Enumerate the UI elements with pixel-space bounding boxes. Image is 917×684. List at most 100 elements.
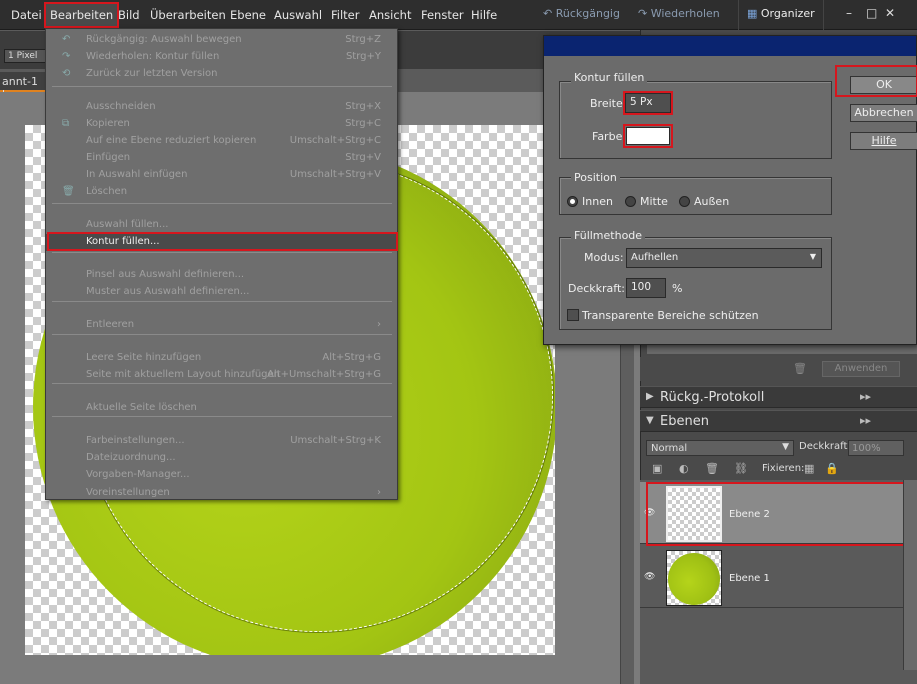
menu-item-redo[interactable]: ↷ Wiederholen: Kontur füllen Strg+Y — [46, 49, 397, 66]
undo-button[interactable]: ↶ Rückgängig — [543, 7, 620, 20]
mode-label: Modus: — [584, 251, 624, 264]
minimize-icon[interactable]: – — [846, 6, 852, 20]
collapse-icon: ▼ — [646, 415, 654, 426]
menu-item-label: Wiederholen: Kontur füllen — [86, 51, 220, 62]
menu-item-shortcut: Umschalt+Strg+K — [290, 435, 381, 446]
new-layer-icon[interactable]: ▣ — [652, 462, 662, 475]
menu-item-label: Muster aus Auswahl definieren... — [86, 286, 250, 297]
close-icon[interactable]: ✕ — [885, 6, 895, 20]
menu-item-file-association[interactable]: Dateizuordnung... — [46, 450, 397, 467]
apply-button[interactable]: Anwenden — [822, 361, 900, 377]
menu-item-preset-manager[interactable]: Vorgaben-Manager... — [46, 467, 397, 484]
stroke-group-title: Kontur füllen — [571, 71, 648, 84]
menu-ansicht[interactable]: Ansicht — [369, 8, 411, 22]
menu-item-label: Zurück zur letzten Version — [86, 68, 218, 79]
menu-item-shortcut: Strg+C — [345, 118, 381, 129]
opacity-unit: % — [672, 282, 683, 295]
menu-item-preferences[interactable]: Voreinstellungen › — [46, 485, 397, 502]
mode-select[interactable]: Aufhellen ▼ — [626, 248, 822, 268]
history-panel-header[interactable]: ▶ Rückg.-Protokoll ▸▸ — [640, 386, 917, 408]
menu-item-copy[interactable]: ⧉ Kopieren Strg+C — [46, 116, 397, 133]
maximize-icon[interactable]: □ — [866, 6, 877, 20]
menu-separator — [52, 416, 392, 417]
layers-panel-title: Ebenen — [660, 414, 709, 429]
menu-item-shortcut: Alt+Umschalt+Strg+G — [267, 369, 381, 380]
menu-item-delete[interactable]: 🗑 Löschen — [46, 184, 397, 201]
menu-item-add-blank-page[interactable]: Leere Seite hinzufügen Alt+Strg+G — [46, 350, 397, 367]
menu-ebene[interactable]: Ebene — [230, 8, 266, 22]
menu-datei[interactable]: Datei — [11, 8, 42, 22]
menu-auswahl[interactable]: Auswahl — [274, 8, 322, 22]
menu-bearbeiten[interactable]: Bearbeiten — [43, 2, 120, 28]
cancel-button[interactable]: Abbrechen — [850, 104, 917, 122]
document-tab[interactable]: annt-1 b — [0, 72, 50, 101]
menu-item-label: Rückgängig: Auswahl bewegen — [86, 34, 242, 45]
organizer-label: Organizer — [760, 7, 815, 20]
layer-blend-mode-select[interactable]: Normal ▼ — [646, 440, 794, 456]
menu-bild[interactable]: Bild — [118, 8, 140, 22]
menu-ueberarbeiten[interactable]: Überarbeiten — [150, 8, 226, 22]
dialog-title-bar[interactable] — [544, 36, 916, 56]
brush-size-field[interactable]: 1 Pixel — [4, 49, 48, 63]
menu-filter[interactable]: Filter — [331, 8, 359, 22]
menu-separator — [52, 252, 392, 253]
menu-item-purge[interactable]: Entleeren › — [46, 317, 397, 334]
panel-menu-icon[interactable]: ▸▸ — [860, 390, 871, 403]
menu-item-label: Ausschneiden — [86, 101, 156, 112]
menu-item-revert[interactable]: ⟲ Zurück zur letzten Version — [46, 66, 397, 83]
menu-item-define-pattern[interactable]: Muster aus Auswahl definieren... — [46, 284, 397, 301]
menu-item-shortcut: Strg+X — [345, 101, 381, 112]
menu-item-label: Einfügen — [86, 152, 131, 163]
chevron-down-icon: ▼ — [782, 442, 789, 452]
radio-center[interactable] — [625, 196, 636, 207]
organizer-button[interactable]: ▦ Organizer — [738, 0, 824, 30]
menu-item-label: Seite mit aktuellem Layout hinzufügen — [86, 369, 281, 380]
menu-item-copy-merged[interactable]: Auf eine Ebene reduziert kopieren Umschal… — [46, 133, 397, 150]
highlight-box — [646, 482, 907, 546]
menu-item-define-brush[interactable]: Pinsel aus Auswahl definieren... — [46, 267, 397, 284]
radio-center-label: Mitte — [640, 195, 668, 208]
lock-all-icon[interactable]: 🔒 — [825, 462, 839, 475]
layer-opacity-field[interactable]: 100% — [848, 440, 904, 456]
redo-icon: ↷ — [62, 51, 71, 62]
menu-item-cut[interactable]: Ausschneiden Strg+X — [46, 99, 397, 116]
layers-panel-header[interactable]: ▼ Ebenen ▸▸ — [640, 410, 917, 432]
redo-button[interactable]: ↷ Wiederholen — [638, 7, 720, 20]
menu-item-shortcut: Strg+Y — [345, 51, 381, 62]
radio-inside-label: Innen — [582, 195, 613, 208]
menu-item-color-settings[interactable]: Farbeinstellungen... Umschalt+Strg+K — [46, 433, 397, 450]
menu-item-add-page-layout[interactable]: Seite mit aktuellem Layout hinzufügen Alt… — [46, 367, 397, 384]
menu-separator — [52, 203, 392, 204]
color-label: Farbe: — [592, 130, 627, 143]
menu-hilfe[interactable]: Hilfe — [471, 8, 497, 22]
visibility-eye-icon[interactable]: 👁 — [644, 572, 658, 582]
preserve-transparency-checkbox[interactable] — [567, 309, 579, 321]
trash-icon[interactable]: 🗑 — [793, 362, 807, 375]
lock-transparency-icon[interactable]: ▦ — [804, 462, 814, 475]
menu-item-label: In Auswahl einfügen — [86, 169, 188, 180]
menu-fenster[interactable]: Fenster — [421, 8, 464, 22]
menu-item-paste[interactable]: Einfügen Strg+V — [46, 150, 397, 167]
menu-item-label: Leere Seite hinzufügen — [86, 352, 202, 363]
delete-layer-icon[interactable]: 🗑 — [705, 462, 719, 475]
menu-item-paste-into[interactable]: In Auswahl einfügen Umschalt+Strg+V — [46, 167, 397, 184]
app-window: Datei Bearbeiten Bild Überarbeiten Ebene… — [0, 0, 917, 684]
radio-outside[interactable] — [679, 196, 690, 207]
layers-scrollbar[interactable] — [903, 480, 917, 670]
menu-item-undo[interactable]: ↶ Rückgängig: Auswahl bewegen Strg+Z — [46, 32, 397, 49]
history-panel-title: Rückg.-Protokoll — [660, 390, 765, 405]
panel-menu-icon[interactable]: ▸▸ — [860, 414, 871, 427]
radio-inside[interactable] — [567, 196, 578, 207]
menu-item-shortcut: Umschalt+Strg+C — [289, 135, 381, 146]
stroke-group — [559, 81, 832, 159]
help-button[interactable]: Hilfe — [850, 132, 917, 150]
menu-separator — [52, 383, 392, 384]
adjustment-layer-icon[interactable]: ◐ — [679, 462, 689, 475]
menu-item-delete-page[interactable]: Aktuelle Seite löschen — [46, 400, 397, 417]
menu-item-shortcut: Strg+Z — [345, 34, 381, 45]
menu-separator — [52, 86, 392, 87]
grid-icon: ▦ — [747, 7, 761, 20]
link-icon[interactable]: ⛓ — [734, 462, 748, 475]
opacity-input[interactable]: 100 — [626, 278, 666, 298]
layer-row[interactable]: 👁 Ebene 1 — [640, 546, 906, 608]
